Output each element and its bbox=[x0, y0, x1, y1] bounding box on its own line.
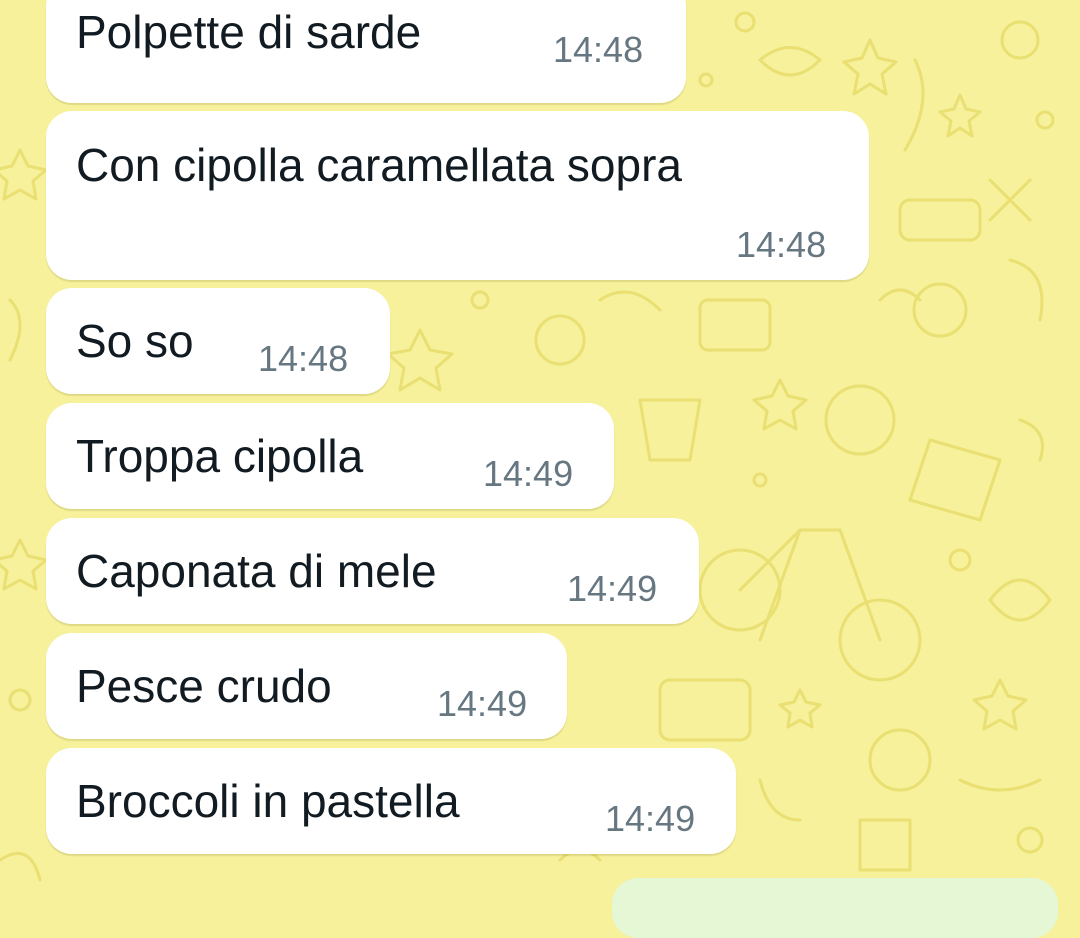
message-bubble[interactable]: So so 14:48 bbox=[46, 288, 390, 394]
message-bubble[interactable]: Broccoli in pastella 14:49 bbox=[46, 748, 736, 854]
message-text: Polpette di sarde bbox=[76, 6, 422, 58]
message-time: 14:48 bbox=[553, 29, 644, 70]
message-time: 14:49 bbox=[567, 568, 658, 609]
message-bubble[interactable]: Caponata di mele 14:49 bbox=[46, 518, 699, 624]
message-text: So so bbox=[76, 315, 194, 367]
message-bubble[interactable]: Pesce crudo 14:49 bbox=[46, 633, 567, 739]
message-text: Caponata di mele bbox=[76, 545, 437, 597]
message-time: 14:49 bbox=[437, 683, 528, 724]
message-time: 14:48 bbox=[736, 224, 827, 265]
message-text: Con cipolla caramellata sopra bbox=[76, 139, 682, 191]
message-time: 14:49 bbox=[483, 453, 574, 494]
message-time: 14:49 bbox=[605, 798, 696, 839]
message-text: Broccoli in pastella bbox=[76, 775, 460, 827]
message-time: 14:48 bbox=[258, 338, 349, 379]
outgoing-message-bubble[interactable] bbox=[612, 878, 1058, 938]
message-bubble[interactable]: Polpette di sarde 14:48 bbox=[46, 0, 686, 103]
message-list[interactable]: Polpette di sarde 14:48 Con cipolla cara… bbox=[0, 0, 1080, 896]
message-text: Troppa cipolla bbox=[76, 430, 364, 482]
message-bubble[interactable]: Troppa cipolla 14:49 bbox=[46, 403, 614, 509]
message-bubble[interactable]: Con cipolla caramellata sopra 14:48 bbox=[46, 111, 869, 280]
message-text: Pesce crudo bbox=[76, 660, 332, 712]
